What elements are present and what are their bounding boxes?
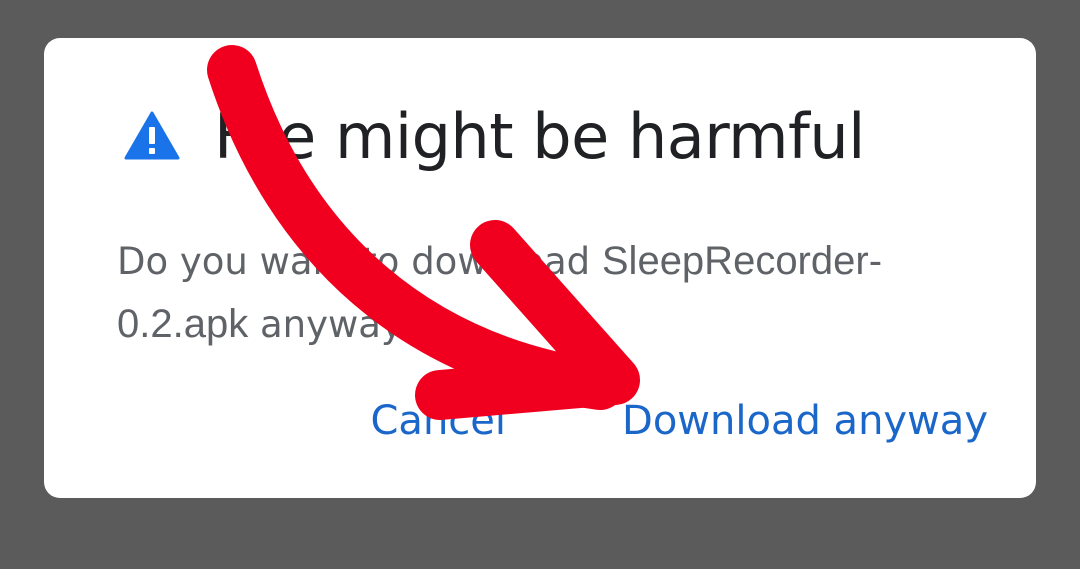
harmful-file-dialog: File might be harmful Do you want to dow… — [44, 38, 1036, 498]
dialog-title: File might be harmful — [214, 99, 865, 173]
message-suffix: anyway? — [248, 303, 423, 346]
warning-icon — [124, 111, 180, 160]
download-anyway-button[interactable]: Download anyway — [622, 398, 988, 444]
dialog-header: File might be harmful — [124, 96, 865, 176]
dialog-actions: Cancel Download anyway — [371, 398, 989, 444]
cancel-button[interactable]: Cancel — [371, 398, 507, 444]
message-prefix: Do you want to download — [117, 240, 602, 283]
dialog-message: Do you want to download SleepRecorder-0.… — [117, 230, 997, 356]
